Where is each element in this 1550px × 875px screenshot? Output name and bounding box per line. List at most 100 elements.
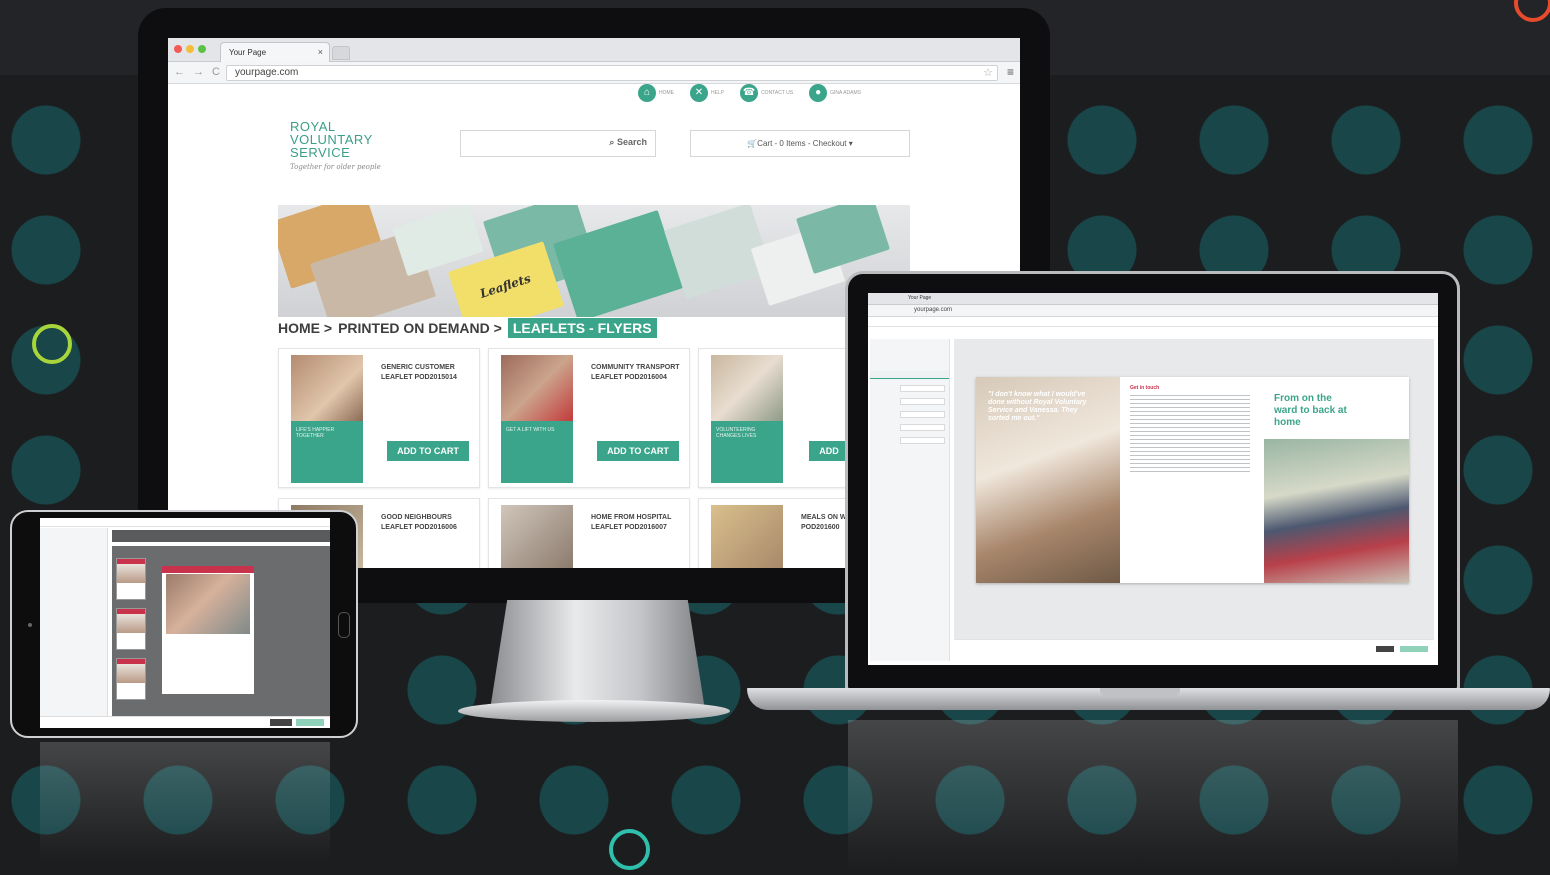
tablet-header xyxy=(40,518,330,527)
address-bar[interactable]: yourpage.com ☆ xyxy=(226,65,998,81)
product-thumbnail xyxy=(711,505,783,568)
laptop-sidebar xyxy=(870,339,950,661)
laptop-field[interactable] xyxy=(900,398,945,405)
banner-flyer xyxy=(795,205,891,274)
product-card[interactable]: HOME FROM HOSPITAL LEAFLET POD2016007 xyxy=(488,498,690,568)
brochure-mid-heading: Get in touch xyxy=(1130,385,1160,391)
product-thumb-caption: VOLUNTEERING CHANGES LIVES xyxy=(716,427,757,439)
site-top-nav: ⌂ HOME ✕ HELP ☎ CONTACT US ● GINA ADAMS xyxy=(638,84,861,102)
breadcrumb: HOME > PRINTED ON DEMAND > LEAFLETS - FL… xyxy=(278,317,657,339)
product-card[interactable]: GET A LIFT WITH US COMMUNITY TRANSPORT L… xyxy=(488,348,690,488)
search-input[interactable]: ⌕ Search xyxy=(460,130,656,157)
laptop-field[interactable] xyxy=(900,411,945,418)
add-to-cart-button[interactable]: ADD TO CART xyxy=(597,441,679,461)
nav-help[interactable]: ✕ HELP xyxy=(690,84,724,102)
product-title: COMMUNITY TRANSPORT LEAFLET POD2016004 xyxy=(591,364,680,381)
laptop-address-bar[interactable]: yourpage.com xyxy=(868,305,1438,317)
browser-tab[interactable]: Your Page × xyxy=(220,42,330,62)
product-title: GOOD NEIGHBOURS LEAFLET POD2016006 xyxy=(381,514,457,531)
cart-widget[interactable]: 🛒Cart - 0 Items - Checkout ▾ xyxy=(690,130,910,157)
product-thumbnail: GET A LIFT WITH US xyxy=(501,355,573,483)
tablet-thumbnail[interactable] xyxy=(116,608,146,650)
close-tab-icon[interactable]: × xyxy=(318,47,323,57)
brochure-right-panel: From on the ward to back at home xyxy=(1264,377,1409,583)
tablet-sidebar xyxy=(40,528,108,718)
nav-help-label: HELP xyxy=(711,90,725,96)
tablet-add-to-cart-button[interactable] xyxy=(296,719,324,726)
banner-notepad-label: Leaflets xyxy=(478,271,533,301)
nav-contact[interactable]: ☎ CONTACT US xyxy=(740,84,793,102)
product-card[interactable]: LIFE'S HAPPIER TOGETHER GENERIC CUSTOMER… xyxy=(278,348,480,488)
brochure-preview: "I don't know what I would've done witho… xyxy=(976,377,1409,583)
laptop-field[interactable] xyxy=(900,385,945,392)
laptop-footer xyxy=(954,639,1434,663)
logo-tagline: Together for older people xyxy=(290,163,381,171)
browser-tab-bar: Your Page × xyxy=(168,38,1020,62)
add-to-cart-button[interactable]: ADD TO CART xyxy=(387,441,469,461)
laptop-preview-area: "I don't know what I would've done witho… xyxy=(954,339,1434,639)
tablet-save-button[interactable] xyxy=(270,719,292,726)
logo-line-3: SERVICE xyxy=(290,145,351,160)
phone-icon: ☎ xyxy=(740,84,759,102)
bookmark-star-icon[interactable]: ☆ xyxy=(983,66,993,79)
laptop-sidebar-header xyxy=(870,371,949,379)
product-thumbnail: VOLUNTEERING CHANGES LIVES xyxy=(711,355,783,483)
laptop-notch xyxy=(1100,688,1180,696)
tools-icon: ✕ xyxy=(690,84,708,102)
forward-icon[interactable]: → xyxy=(193,66,204,78)
laptop-tab-bar: Your Page xyxy=(868,293,1438,305)
search-button[interactable]: ⌕ Search xyxy=(609,137,647,148)
nav-account[interactable]: ● GINA ADAMS xyxy=(809,84,861,102)
laptop-tab-title[interactable]: Your Page xyxy=(908,295,931,301)
nav-contact-label: CONTACT US xyxy=(761,90,794,96)
site-logo[interactable]: ROYAL VOLUNTARY SERVICE Together for old… xyxy=(290,120,381,171)
tablet-thumbnail[interactable] xyxy=(116,558,146,600)
address-text: yourpage.com xyxy=(235,67,299,78)
maximize-window-icon[interactable] xyxy=(198,45,206,53)
breadcrumb-section[interactable]: PRINTED ON DEMAND > xyxy=(338,320,502,336)
laptop-editor-toolbar xyxy=(868,317,1438,327)
decor-ring-teal xyxy=(609,829,650,870)
cart-icon: 🛒 xyxy=(747,139,758,148)
tablet-thumbnail[interactable] xyxy=(116,658,146,700)
breadcrumb-current: LEAFLETS - FLYERS xyxy=(507,318,657,338)
nav-controls: ← → C xyxy=(174,66,220,78)
brochure-photo-right xyxy=(1264,439,1409,583)
laptop-add-to-cart-button[interactable] xyxy=(1400,646,1428,652)
add-to-cart-button[interactable]: ADD xyxy=(809,441,849,461)
product-thumbnail xyxy=(501,505,573,568)
nav-home[interactable]: ⌂ HOME xyxy=(638,84,674,102)
cart-text: Cart - 0 Items - Checkout ▾ xyxy=(757,139,853,148)
close-window-icon[interactable] xyxy=(174,45,182,53)
monitor-stand xyxy=(490,600,705,710)
brochure-text-lines xyxy=(1130,395,1250,475)
laptop-field[interactable] xyxy=(900,424,945,431)
brochure-middle-panel: Get in touch xyxy=(1120,377,1264,583)
tablet-page-thumbnails xyxy=(116,558,150,708)
laptop-save-button[interactable] xyxy=(1376,646,1394,652)
laptop-field[interactable] xyxy=(900,437,945,444)
reload-icon[interactable]: C xyxy=(212,66,220,78)
back-icon[interactable]: ← xyxy=(174,66,185,78)
user-icon: ● xyxy=(809,84,828,102)
tablet-page-preview xyxy=(162,566,254,694)
brochure-quote: "I don't know what I would've done witho… xyxy=(988,391,1087,422)
tablet-home-button[interactable] xyxy=(338,612,350,638)
home-icon: ⌂ xyxy=(638,84,656,102)
minimize-window-icon[interactable] xyxy=(186,45,194,53)
brochure-photo-left: "I don't know what I would've done witho… xyxy=(976,377,1120,583)
hero-banner: Leaflets xyxy=(278,205,910,317)
browser-toolbar: ← → C yourpage.com ☆ ≡ xyxy=(168,62,1020,84)
tablet-camera xyxy=(28,623,32,627)
tab-title: Your Page xyxy=(229,48,267,57)
window-controls xyxy=(174,45,206,53)
laptop-screen: Your Page yourpage.com "I don't know wha… xyxy=(868,293,1438,665)
browser-menu-icon[interactable]: ≡ xyxy=(1007,65,1014,79)
decor-ring-green xyxy=(32,324,72,364)
new-tab-button[interactable] xyxy=(332,46,350,60)
tablet-screen xyxy=(40,518,330,728)
search-icon: ⌕ xyxy=(609,137,617,147)
tablet-page-banner xyxy=(162,566,254,573)
breadcrumb-home[interactable]: HOME > xyxy=(278,320,332,336)
nav-home-label: HOME xyxy=(659,90,674,96)
